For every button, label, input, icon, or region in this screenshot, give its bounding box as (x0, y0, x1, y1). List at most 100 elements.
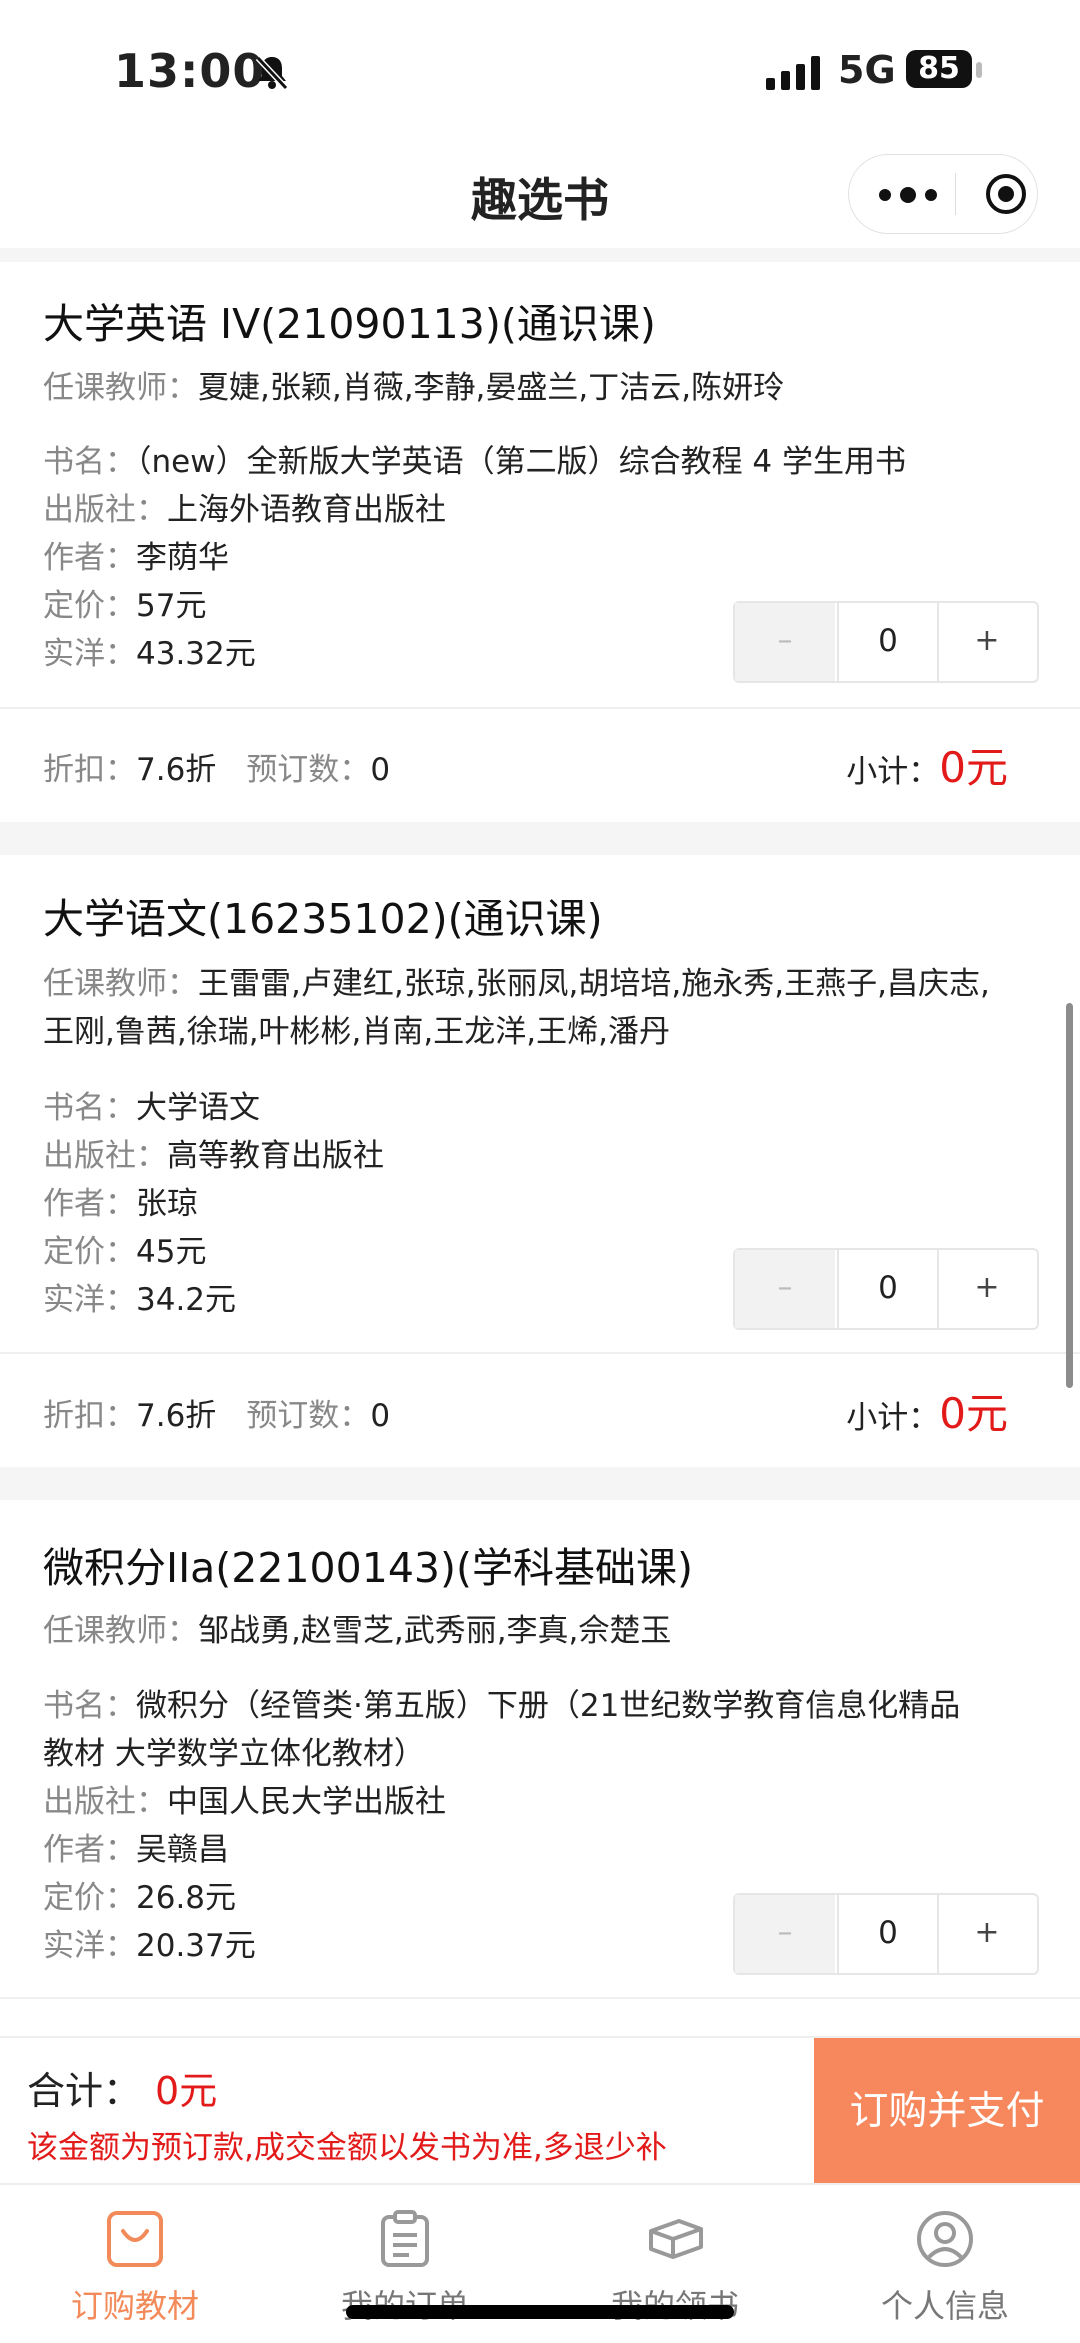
discount-row: 折扣：7.6折 预订数：0 (43, 744, 390, 789)
author-label: 作者： (43, 1186, 136, 1222)
price-value: 26.8元 (136, 1880, 237, 1916)
book-row: 书名：大学语文 (43, 1084, 260, 1132)
subtotal: 小计：0元 (846, 734, 1008, 795)
author-row: 作者：张琼 (43, 1180, 198, 1228)
author-row: 作者：李荫华 (43, 534, 229, 582)
subtotal-label: 小计： (846, 1400, 940, 1436)
decrease-button[interactable]: – (735, 1895, 835, 1973)
quantity-input[interactable]: 0 (837, 603, 939, 681)
bell-muted-icon (255, 55, 289, 91)
status-bar: 13:00 5G 85 (0, 0, 1080, 140)
reserved-value: 0 (370, 1398, 391, 1434)
payment-notice: 该金额为预订款,成交金额以发书为准,多退少补 (27, 2130, 667, 2166)
author-label: 作者： (43, 1832, 136, 1868)
actual-price-value: 34.2元 (136, 1282, 237, 1318)
decrease-button[interactable]: – (735, 603, 835, 681)
increase-button[interactable]: + (937, 603, 1037, 681)
scrollbar[interactable] (1066, 1003, 1073, 1388)
subtotal-label: 小计： (846, 754, 940, 790)
teachers-row: 任课教师：邹战勇,赵雪芝,武秀丽,李真,佘楚玉 (43, 1607, 671, 1655)
publisher-label: 出版社： (43, 1784, 167, 1820)
price-label: 定价： (43, 588, 136, 624)
course-title: 大学英语 IV(21090113)(通识课) (43, 300, 656, 348)
teachers-value: 邹战勇,赵雪芝,武秀丽,李真,佘楚玉 (198, 1613, 672, 1649)
subtotal-amount: 0元 (939, 743, 1008, 792)
author-row: 作者：吴赣昌 (43, 1826, 229, 1874)
actual-price-label: 实洋： (43, 636, 136, 672)
book-label: 书名： (43, 1090, 136, 1126)
publisher-value: 中国人民大学出版社 (167, 1784, 446, 1820)
book-value: 微积分（经管类·第五版）下册（21世纪数学教育信息化精品 (136, 1688, 961, 1724)
teachers-row: 任课教师：王雷雷,卢建红,张琼,张丽凤,胡培培,施永秀,王燕子,昌庆志, (43, 960, 990, 1008)
increase-button[interactable]: + (937, 1250, 1037, 1328)
teachers-value: 王雷雷,卢建红,张琼,张丽凤,胡培培,施永秀,王燕子,昌庆志, (198, 966, 990, 1002)
publisher-label: 出版社： (43, 1138, 167, 1174)
reserved-value: 0 (370, 752, 391, 788)
tab-my-books[interactable]: 我的领书 (540, 2185, 810, 2343)
reserved-label: 预订数： (246, 752, 371, 788)
actual-price-row: 实洋：34.2元 (43, 1276, 236, 1324)
total-amount: 0元 (155, 2069, 218, 2113)
mini-program-capsule (848, 154, 1038, 234)
course-title: 大学语文(16235102)(通识课) (43, 895, 603, 943)
total-label: 合计： (27, 2069, 142, 2113)
discount-label: 折扣： (43, 752, 136, 788)
book-row-continued: 教材 大学数学立体化教材） (43, 1736, 425, 1772)
increase-button[interactable]: + (937, 1895, 1037, 1973)
decrease-button[interactable]: – (735, 1250, 835, 1328)
tab-my-orders[interactable]: 我的订单 (270, 2185, 540, 2343)
subtotal-amount: 0元 (939, 1389, 1008, 1438)
discount-label: 折扣： (43, 1398, 136, 1434)
teachers-label: 任课教师： (43, 370, 198, 406)
card-divider (0, 1352, 1080, 1354)
reserved-label: 预订数： (246, 1398, 371, 1434)
quantity-input[interactable]: 0 (837, 1250, 939, 1328)
capsule-divider (955, 173, 956, 215)
order-summary-bar: 合计： 0元 该金额为预订款,成交金额以发书为准,多退少补 订购并支付 (0, 2036, 1080, 2185)
battery-tip (976, 62, 982, 78)
price-row: 定价：45元 (43, 1228, 206, 1276)
actual-price-row: 实洋：20.37元 (43, 1922, 256, 1970)
publisher-label: 出版社： (43, 492, 167, 528)
cellular-signal-icon (766, 56, 820, 90)
author-value: 张琼 (136, 1186, 198, 1222)
book-row: 书名：微积分（经管类·第五版）下册（21世纪数学教育信息化精品 (43, 1682, 960, 1730)
battery-icon: 85 (906, 50, 986, 92)
discount-value: 7.6折 (136, 752, 217, 788)
actual-price-label: 实洋： (43, 1928, 136, 1964)
quantity-stepper: – 0 + (733, 601, 1039, 683)
price-value: 45元 (136, 1234, 207, 1270)
close-target-icon[interactable] (985, 173, 1027, 215)
book-value: （new）全新版大学英语（第二版）综合教程 4 学生用书 (136, 444, 907, 480)
publisher-value: 高等教育出版社 (167, 1138, 384, 1174)
discount-value: 7.6折 (136, 1398, 217, 1434)
teachers-label: 任课教师： (43, 1613, 198, 1649)
user-icon (917, 2211, 973, 2267)
course-title: 微积分IIa(22100143)(学科基础课) (43, 1544, 693, 1592)
quantity-input[interactable]: 0 (837, 1895, 939, 1973)
book-row: 书名：（new）全新版大学英语（第二版）综合教程 4 学生用书 (43, 438, 906, 486)
battery-level: 85 (906, 50, 972, 88)
home-indicator[interactable] (346, 2305, 734, 2319)
card-divider (0, 707, 1080, 709)
book-label: 书名： (43, 444, 136, 480)
tab-label: 个人信息 (880, 2287, 1009, 2325)
network-type: 5G (838, 48, 896, 92)
more-icon[interactable] (873, 175, 943, 215)
teachers-value: 夏婕,张颖,肖薇,李静,晏盛兰,丁洁云,陈妍玲 (198, 370, 785, 406)
course-card: 微积分IIa(22100143)(学科基础课) 任课教师：邹战勇,赵雪芝,武秀丽… (0, 1500, 1080, 2036)
course-card: 大学英语 IV(21090113)(通识课) 任课教师：夏婕,张颖,肖薇,李静,… (0, 262, 1080, 822)
shopping-bag-icon (107, 2211, 163, 2267)
tab-personal-info[interactable]: 个人信息 (810, 2185, 1080, 2343)
quantity-stepper: – 0 + (733, 1248, 1039, 1330)
clock: 13:00 (114, 44, 266, 98)
publisher-value: 上海外语教育出版社 (167, 492, 446, 528)
tab-order-textbooks[interactable]: 订购教材 (0, 2185, 270, 2343)
actual-price-row: 实洋：43.32元 (43, 630, 256, 678)
navigation-bar: 趣选书 (0, 140, 1080, 248)
publisher-row: 出版社：中国人民大学出版社 (43, 1778, 446, 1826)
card-divider (0, 1997, 1080, 1999)
order-and-pay-button[interactable]: 订购并支付 (814, 2038, 1080, 2185)
publisher-row: 出版社：上海外语教育出版社 (43, 486, 446, 534)
tab-bar: 订购教材 我的订单 我的领书 个人信息 (0, 2183, 1080, 2343)
